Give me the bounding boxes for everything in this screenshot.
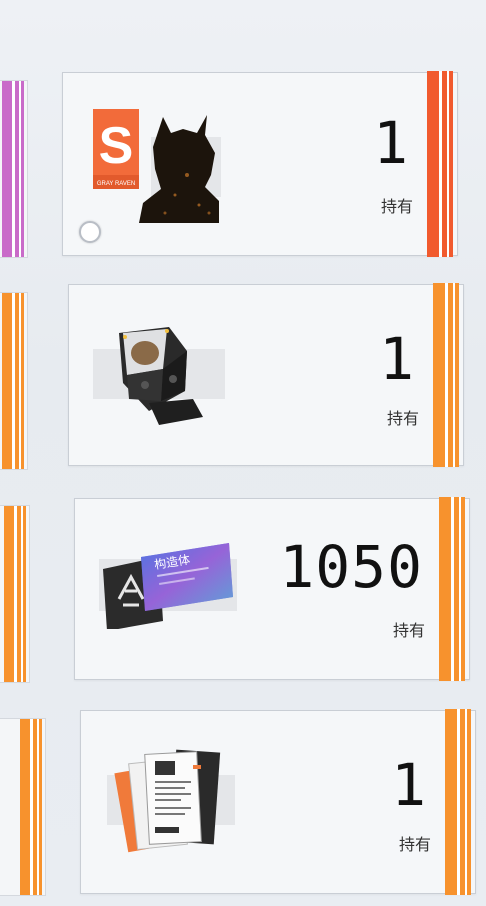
side-card-4[interactable] [0,718,46,896]
item-count: 1 [379,325,415,393]
rarity-stripes [427,71,453,257]
select-radio[interactable] [79,221,101,243]
item-card-construct-ticket[interactable]: 构造体 1050 持有 [74,497,470,681]
logo-caption: GRAY RAVEN [97,181,135,187]
side-card-3[interactable] [0,505,30,683]
held-label: 持有 [392,621,425,640]
item-card-memory-core[interactable]: 1 持有 [68,283,464,467]
side-card-2[interactable] [0,292,28,470]
rarity-stripes [445,709,471,895]
coating-icon: S GRAY RAVEN [91,105,221,225]
documents-icon [103,747,235,859]
item-count: 1 [391,751,427,819]
rarity-stripes [4,506,26,682]
held-label: 持有 [398,835,431,854]
rarity-stripes [2,81,24,257]
side-card-1[interactable] [0,80,28,258]
item-count: 1050 [279,533,423,601]
held-label: 持有 [386,409,419,428]
held-label: 持有 [380,197,413,216]
item-card-documents[interactable]: 1 持有 [80,709,476,895]
item-count: 1 [373,109,409,177]
core-icon [89,321,229,431]
ticket-icon: 构造体 [99,539,239,629]
rarity-stripes [2,293,24,469]
rarity-stripes [439,497,465,681]
rarity-stripes [433,283,459,467]
item-card-gray-raven-coating[interactable]: S GRAY RAVEN 1 持有 [62,71,458,257]
rarity-stripes [20,719,42,895]
logo-letter: S [99,117,134,175]
